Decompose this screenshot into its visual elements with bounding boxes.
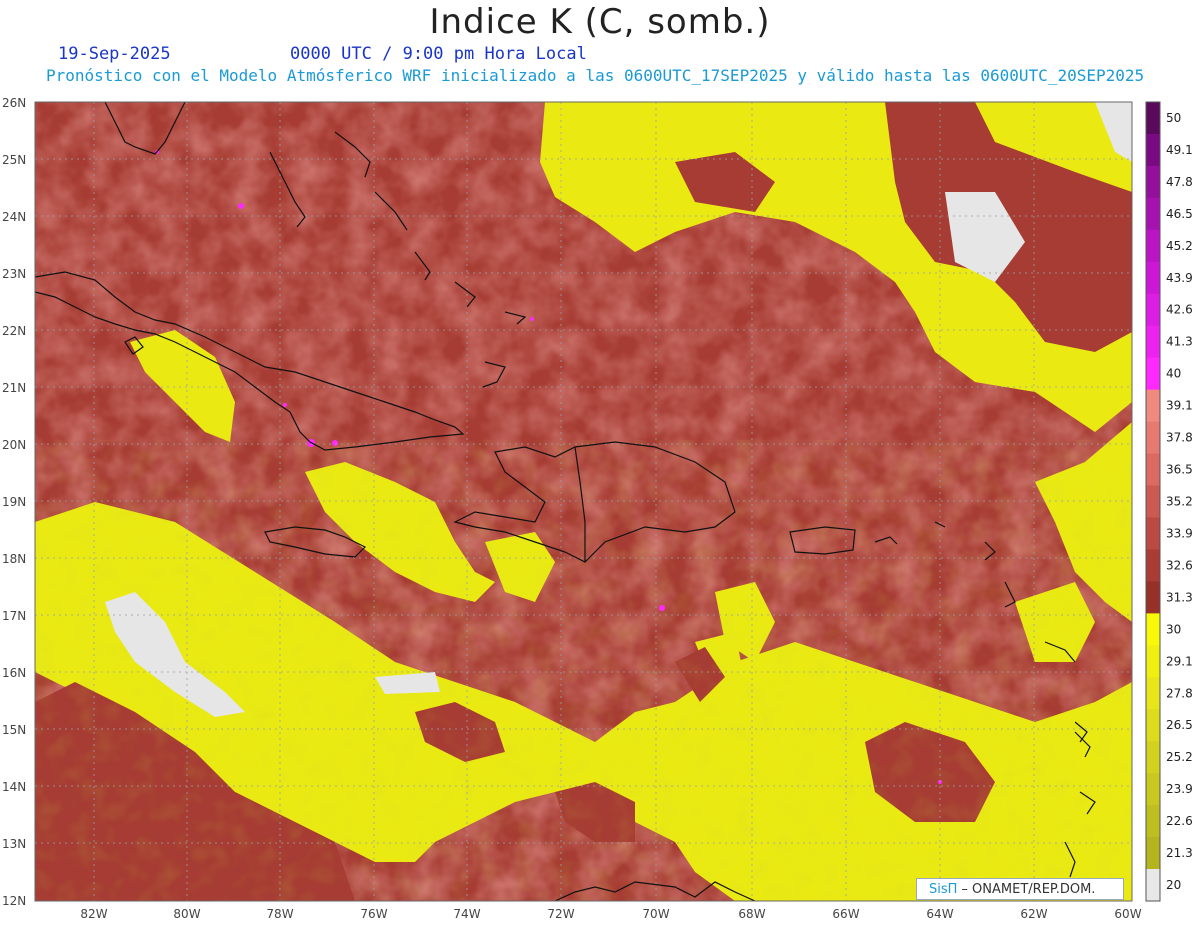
lat-label: 12N — [2, 894, 26, 908]
lat-label: 14N — [2, 780, 26, 794]
lon-label: 74W — [453, 907, 480, 921]
colorbar-swatch — [1146, 485, 1160, 519]
colorbar-swatch — [1146, 869, 1160, 902]
colorbar-swatch — [1146, 677, 1160, 710]
colorbar-label: 40 — [1166, 367, 1181, 381]
colorbar-swatch — [1146, 645, 1160, 678]
colorbar-label: 41.3 — [1166, 335, 1193, 349]
colorbar-label: 22.6 — [1166, 814, 1193, 828]
credit-org: – ONAMET/REP.DOM. — [961, 881, 1096, 897]
colorbar-label: 30 — [1166, 622, 1181, 636]
colorbar-swatch — [1146, 581, 1160, 614]
colorbar-swatch — [1146, 421, 1160, 455]
colorbar-swatch — [1146, 357, 1160, 391]
forecast-date: 19-Sep-2025 — [58, 44, 171, 64]
lon-label: 72W — [547, 907, 574, 921]
colorbar-swatch — [1146, 453, 1160, 487]
colorbar-swatch — [1146, 102, 1160, 135]
lon-label: 64W — [926, 907, 953, 921]
colorbar-swatch — [1146, 773, 1160, 806]
colorbar-swatch — [1146, 197, 1160, 231]
lat-label: 21N — [2, 381, 26, 395]
lon-label: 70W — [642, 907, 669, 921]
colorbar-label: 31.3 — [1166, 590, 1193, 604]
colorbar-label: 42.6 — [1166, 303, 1193, 317]
map-title: Indice K (C, somb.) — [429, 2, 771, 42]
lat-label: 19N — [2, 495, 26, 509]
colorbar-label: 27.8 — [1166, 686, 1193, 700]
colorbar-label: 29.1 — [1166, 654, 1193, 668]
lon-label: 66W — [832, 907, 859, 921]
colorbar-swatch — [1146, 709, 1160, 742]
colorbar-label: 50 — [1166, 111, 1181, 125]
lon-label: 68W — [738, 907, 765, 921]
colorbar-swatch — [1146, 293, 1160, 327]
colorbar-swatch — [1146, 805, 1160, 838]
colorbar-swatch — [1146, 517, 1160, 551]
k-index-map — [35, 102, 1132, 901]
forecast-time: 0000 UTC / 9:00 pm Hora Local — [290, 44, 587, 64]
colorbar-swatch — [1146, 389, 1160, 423]
colorbar-label: 43.9 — [1166, 271, 1193, 285]
credit-box: SisΠ – ONAMET/REP.DOM. — [916, 878, 1124, 900]
colorbar-label: 25.2 — [1166, 750, 1193, 764]
lon-label: 78W — [266, 907, 293, 921]
lat-label: 15N — [2, 723, 26, 737]
colorbar-label: 39.1 — [1166, 399, 1193, 413]
lon-label: 62W — [1020, 907, 1047, 921]
colorbar-swatch — [1146, 133, 1160, 167]
colorbar-swatch — [1146, 261, 1160, 295]
lat-label: 18N — [2, 552, 26, 566]
colorbar-label: 45.2 — [1166, 239, 1193, 253]
lon-label: 60W — [1114, 907, 1141, 921]
lat-label: 25N — [2, 153, 26, 167]
lon-label: 82W — [80, 907, 107, 921]
colorbar-label: 36.5 — [1166, 463, 1193, 477]
colorbar-swatch — [1146, 741, 1160, 774]
colorbar-swatch — [1146, 549, 1160, 582]
lat-label: 16N — [2, 666, 26, 680]
colorbar-label: 35.2 — [1166, 495, 1193, 509]
lat-label: 20N — [2, 438, 26, 452]
k-index-field — [35, 102, 1132, 901]
lat-label: 17N — [2, 609, 26, 623]
colorbar-swatch — [1146, 165, 1160, 199]
lon-axis: 82W 80W 78W 76W 74W 72W 70W 68W 66W 64W … — [80, 907, 1141, 921]
colorbar-label: 49.1 — [1166, 143, 1193, 157]
lat-label: 24N — [2, 210, 26, 224]
lat-label: 22N — [2, 324, 26, 338]
colorbar-swatch — [1146, 325, 1160, 359]
colorbar-label: 23.9 — [1166, 782, 1193, 796]
colorbar-swatch — [1146, 229, 1160, 263]
colorbar-label: 20 — [1166, 878, 1181, 892]
colorbar-label: 47.8 — [1166, 175, 1193, 189]
colorbar-swatch — [1146, 837, 1160, 870]
lon-label: 80W — [173, 907, 200, 921]
colorbar: 50 49.1 47.8 46.5 45.2 43.9 42.6 41.3 40 39.1 37.8… — [1145, 101, 1193, 902]
colorbar-label: 26.5 — [1166, 718, 1193, 732]
credit-brand: SisΠ — [929, 881, 958, 897]
lat-label: 23N — [2, 267, 26, 281]
lat-label: 13N — [2, 837, 26, 851]
colorbar-swatch — [1146, 613, 1160, 646]
colorbar-label: 46.5 — [1166, 207, 1193, 221]
lon-label: 76W — [360, 907, 387, 921]
colorbar-label: 21.3 — [1166, 846, 1193, 860]
lat-axis: 26N 25N 24N 23N 22N 21N 20N 19N 18N 17N … — [2, 96, 26, 908]
lat-label: 26N — [2, 96, 26, 110]
colorbar-frame — [1145, 101, 1161, 902]
colorbar-label: 37.8 — [1166, 431, 1193, 445]
colorbar-label: 32.6 — [1166, 558, 1193, 572]
model-info: Pronóstico con el Modelo Atmósferico WRF… — [46, 66, 1145, 85]
colorbar-label: 33.9 — [1166, 526, 1193, 540]
